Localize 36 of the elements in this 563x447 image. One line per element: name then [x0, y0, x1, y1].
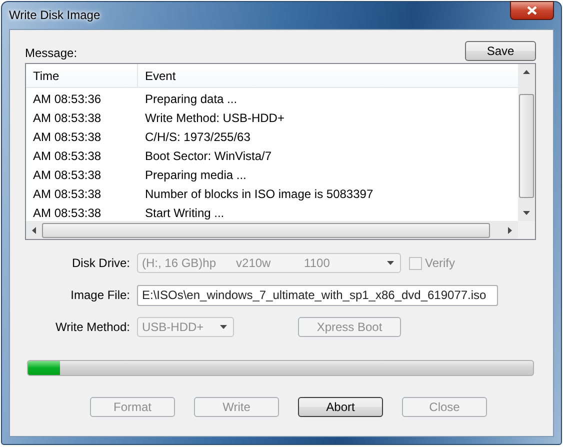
column-header[interactable]: Event: [138, 64, 518, 87]
checkbox-label: Verify: [425, 256, 456, 270]
save-button[interactable]: Save: [465, 41, 536, 61]
scroll-down-arrow-icon[interactable]: [523, 211, 530, 215]
image-file-field[interactable]: E:\ISOs\en_windows_7_ultimate_with_sp1_x86_dvd_619077.iso: [137, 284, 498, 306]
scroll-up-arrow-icon[interactable]: [523, 70, 530, 74]
close-icon: [527, 6, 537, 15]
field-label: Write Method:: [54, 320, 130, 334]
scrollbar-corner: [518, 221, 535, 239]
table-cell-text: AM 08:53:38: [32, 110, 102, 124]
horizontal-scrollbar[interactable]: [26, 221, 518, 239]
message-label: Message:: [25, 46, 78, 60]
action-button[interactable]: Abort: [298, 397, 383, 417]
table-cell-text: AM 08:53:38: [32, 130, 102, 144]
table-cell-text: AM 08:53:38: [32, 206, 102, 220]
table-cell-text: AM 08:53:36: [32, 92, 102, 106]
table-cell-text: Write Method: USB-HDD+: [144, 110, 284, 124]
scrollbar-thumb[interactable]: [519, 94, 534, 198]
scrollbar-thumb[interactable]: [42, 222, 490, 238]
table-cell-text: Number of blocks in ISO image is 5083397: [144, 186, 374, 200]
scroll-left-arrow-icon[interactable]: [32, 226, 36, 234]
field-label: Image File:: [70, 288, 130, 302]
table-cell-text: Boot Sector: WinVista/7: [144, 148, 272, 162]
vertical-scrollbar[interactable]: [518, 64, 535, 221]
table-cell-text: AM 08:53:38: [32, 148, 102, 162]
window-title: Write Disk Image: [9, 8, 100, 22]
table-cell-text: C/H/S: 1973/255/63: [144, 130, 250, 144]
field-label: Disk Drive:: [70, 256, 130, 270]
table-cell-text: Preparing media ...: [144, 168, 246, 182]
table-cell-text: AM 08:53:38: [32, 186, 102, 200]
scroll-right-arrow-icon[interactable]: [508, 226, 512, 234]
table-cell-text: Start Writing ...: [144, 206, 224, 220]
close-button[interactable]: [510, 1, 554, 20]
column-header[interactable]: Time: [26, 64, 138, 87]
table-cell-text: AM 08:53:38: [32, 168, 102, 182]
table-cell-text: Preparing data ...: [144, 92, 238, 106]
